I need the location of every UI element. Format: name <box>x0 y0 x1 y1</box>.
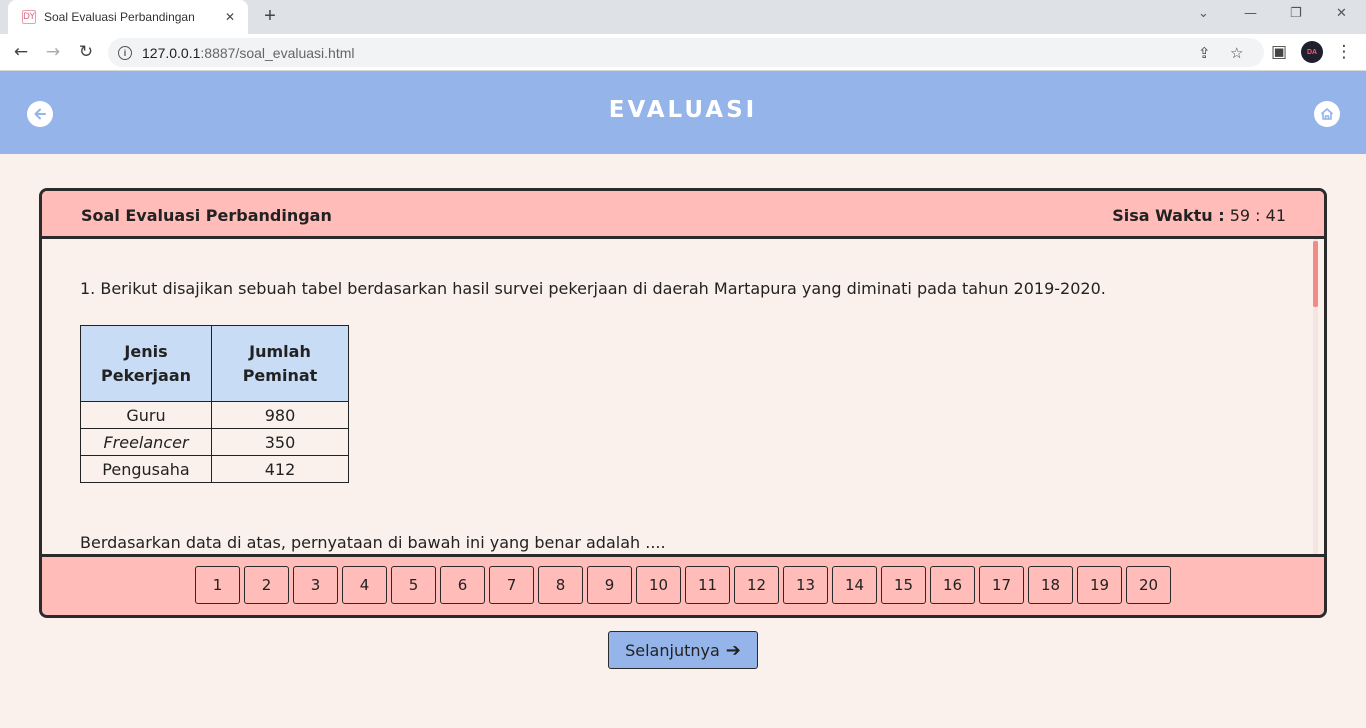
page-button-8[interactable]: 8 <box>538 566 583 604</box>
table-header-row: Jenis Pekerjaan Jumlah Peminat <box>80 325 349 402</box>
table-cell: 980 <box>211 401 349 429</box>
page-button-5[interactable]: 5 <box>391 566 436 604</box>
page-button-17[interactable]: 17 <box>979 566 1024 604</box>
browser-toolbar: ← → ↻ i 127.0.0.1:8887/soal_evaluasi.htm… <box>0 34 1366 71</box>
url-text: 127.0.0.1:8887/soal_evaluasi.html <box>142 45 355 61</box>
page-button-7[interactable]: 7 <box>489 566 534 604</box>
page-button-14[interactable]: 14 <box>832 566 877 604</box>
browser-tab[interactable]: DY Soal Evaluasi Perbandingan ✕ <box>8 0 248 34</box>
timer-label: Sisa Waktu : <box>1112 206 1225 225</box>
page-button-3[interactable]: 3 <box>293 566 338 604</box>
forward-icon[interactable]: → <box>41 41 65 63</box>
page-button-13[interactable]: 13 <box>783 566 828 604</box>
page-button-10[interactable]: 10 <box>636 566 681 604</box>
next-button-label: Selanjutnya <box>625 640 720 660</box>
page-button-11[interactable]: 11 <box>685 566 730 604</box>
page-button-9[interactable]: 9 <box>587 566 632 604</box>
header-jenis: Jenis Pekerjaan <box>101 341 191 385</box>
page-button-20[interactable]: 20 <box>1126 566 1171 604</box>
table-cell: Freelancer <box>80 428 212 456</box>
question-body[interactable]: 1. Berikut disajikan sebuah tabel berdas… <box>42 239 1324 554</box>
page-button-18[interactable]: 18 <box>1028 566 1073 604</box>
table-header: Jumlah Peminat <box>211 325 349 402</box>
bookmark-star-icon[interactable]: ☆ <box>1230 38 1243 67</box>
back-icon[interactable]: ← <box>9 41 33 63</box>
url-path: :8887/soal_evaluasi.html <box>200 44 355 61</box>
reload-icon[interactable]: ↻ <box>74 41 98 63</box>
page-button-1[interactable]: 1 <box>195 566 240 604</box>
favicon-icon: DY <box>22 10 36 24</box>
arrow-right-icon: ➔ <box>725 639 741 661</box>
site-info-icon[interactable]: i <box>118 45 132 60</box>
timer-value: 59 : 41 <box>1229 206 1286 225</box>
question-card: Soal Evaluasi Perbandingan Sisa Waktu : … <box>39 188 1327 618</box>
timer: Sisa Waktu : 59 : 41 <box>1112 206 1286 225</box>
table-row: Freelancer 350 <box>80 428 349 456</box>
table-row: Guru 980 <box>80 401 349 429</box>
app-header: EVALUASI <box>0 71 1366 154</box>
card-footer: 1 2 3 4 5 6 7 8 9 10 11 12 13 14 15 16 17 18 19 20 <box>42 554 1324 615</box>
close-tab-icon[interactable]: ✕ <box>222 10 238 24</box>
menu-icon[interactable]: ⋮ <box>1332 41 1356 63</box>
browser-tab-bar: DY Soal Evaluasi Perbandingan ✕ + ⌄ — ❐ … <box>0 0 1366 34</box>
page-title: EVALUASI <box>608 97 758 123</box>
url-host: 127.0.0.1 <box>142 44 201 61</box>
page-button-2[interactable]: 2 <box>244 566 289 604</box>
page-button-4[interactable]: 4 <box>342 566 387 604</box>
profile-avatar[interactable]: DA <box>1301 41 1323 63</box>
address-field[interactable]: i 127.0.0.1:8887/soal_evaluasi.html ⇪ ☆ <box>108 38 1264 67</box>
survey-table: Jenis Pekerjaan Jumlah Peminat Guru 980 … <box>80 325 349 483</box>
question-text: 1. Berikut disajikan sebuah tabel berdas… <box>80 279 1106 298</box>
close-window-button[interactable]: ✕ <box>1336 6 1347 21</box>
question-statement: Berdasarkan data di atas, pernyataan di … <box>80 533 666 552</box>
table-header: Jenis Pekerjaan <box>80 325 212 402</box>
page-button-12[interactable]: 12 <box>734 566 779 604</box>
tab-title: Soal Evaluasi Perbandingan <box>44 10 195 24</box>
restore-button[interactable]: ❐ <box>1290 6 1302 21</box>
home-icon[interactable] <box>1314 101 1340 127</box>
card-header: Soal Evaluasi Perbandingan Sisa Waktu : … <box>42 191 1324 239</box>
page-button-16[interactable]: 16 <box>930 566 975 604</box>
share-icon[interactable]: ⇪ <box>1198 38 1211 67</box>
scrollbar-thumb[interactable] <box>1313 241 1318 307</box>
next-button[interactable]: Selanjutnya ➔ <box>608 631 758 669</box>
tab-search-icon[interactable]: ⌄ <box>1198 6 1209 21</box>
page-button-6[interactable]: 6 <box>440 566 485 604</box>
table-cell: 350 <box>211 428 349 456</box>
table-cell: 412 <box>211 455 349 483</box>
table-cell: Guru <box>80 401 212 429</box>
card-title: Soal Evaluasi Perbandingan <box>81 206 332 225</box>
new-tab-button[interactable]: + <box>258 5 282 29</box>
side-panel-icon[interactable]: ▣ <box>1267 41 1291 63</box>
minimize-button[interactable]: — <box>1244 6 1257 21</box>
table-cell: Pengusaha <box>80 455 212 483</box>
page-button-15[interactable]: 15 <box>881 566 926 604</box>
table-row: Pengusaha 412 <box>80 455 349 483</box>
header-jumlah: Jumlah Peminat <box>242 341 318 385</box>
page-button-19[interactable]: 19 <box>1077 566 1122 604</box>
question-pager: 1 2 3 4 5 6 7 8 9 10 11 12 13 14 15 16 17 18 19 20 <box>195 566 1171 604</box>
